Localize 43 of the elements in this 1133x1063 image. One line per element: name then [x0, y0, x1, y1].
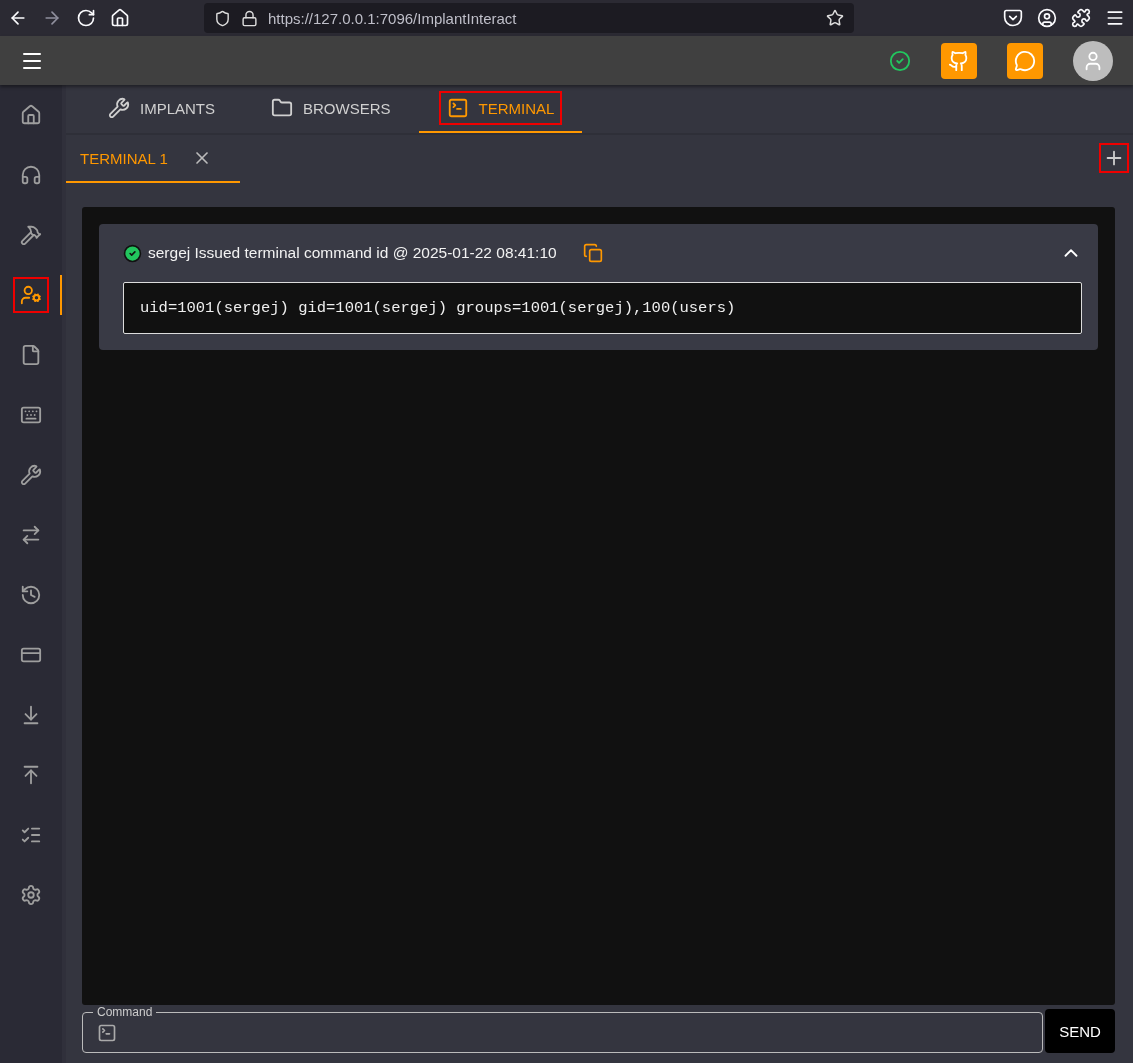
extensions-icon[interactable] — [1071, 8, 1091, 28]
tab[interactable]: IMPLANTS — [80, 85, 243, 133]
shield-icon — [214, 9, 231, 27]
copy-button[interactable] — [582, 243, 603, 263]
home-icon — [20, 104, 42, 126]
wrench-icon — [20, 464, 42, 486]
hammer-icon — [20, 224, 42, 246]
check-circle-icon — [889, 49, 911, 72]
command-header: sergej Issued terminal command id @ 2025-01-22 08:41:10 — [148, 244, 557, 262]
terminal-icon — [97, 1022, 117, 1043]
url-text: https://127.0.0.1:7096/ImplantInteract — [268, 9, 518, 27]
home-icon[interactable] — [110, 8, 130, 28]
add-button[interactable] — [1099, 143, 1129, 173]
account-icon[interactable] — [1037, 8, 1057, 28]
arrows-icon — [20, 524, 42, 546]
settings-icon — [20, 884, 42, 906]
terminal-tab[interactable]: TERMINAL 1 — [66, 135, 240, 183]
menu-icon[interactable] — [1105, 8, 1125, 28]
field-label: Command — [96, 1005, 154, 1019]
chat-icon — [1014, 49, 1036, 72]
reload-icon[interactable] — [76, 8, 96, 28]
wrench-icon — [108, 97, 130, 119]
pocket-icon[interactable] — [1003, 8, 1023, 28]
file-icon — [20, 344, 42, 366]
user-gear-icon — [20, 284, 42, 306]
cat-icon — [948, 49, 970, 72]
headphones-icon — [20, 164, 42, 186]
github-button[interactable] — [941, 42, 977, 79]
history-icon — [20, 584, 42, 606]
avatar[interactable] — [1073, 40, 1113, 81]
command-field[interactable]: Command — [82, 1005, 1043, 1053]
terminal-icon — [446, 97, 469, 119]
chat-button[interactable] — [1007, 42, 1043, 79]
command-output: uid=1001(sergej) gid=1001(sergej) groups=1001(sergej),100(users) — [123, 282, 1082, 334]
lock-icon — [241, 9, 258, 27]
address-bar[interactable]: https://127.0.0.1:7096/ImplantInteract — [204, 3, 854, 33]
copy-icon — [582, 243, 603, 263]
tab[interactable]: BROWSERS — [243, 85, 419, 133]
star-icon[interactable] — [826, 9, 844, 27]
folder-icon — [271, 97, 293, 119]
keyboard-icon — [20, 404, 42, 426]
tab-label: TERMINAL 1 — [80, 149, 168, 167]
send-button[interactable]: SEND — [1045, 1009, 1115, 1053]
